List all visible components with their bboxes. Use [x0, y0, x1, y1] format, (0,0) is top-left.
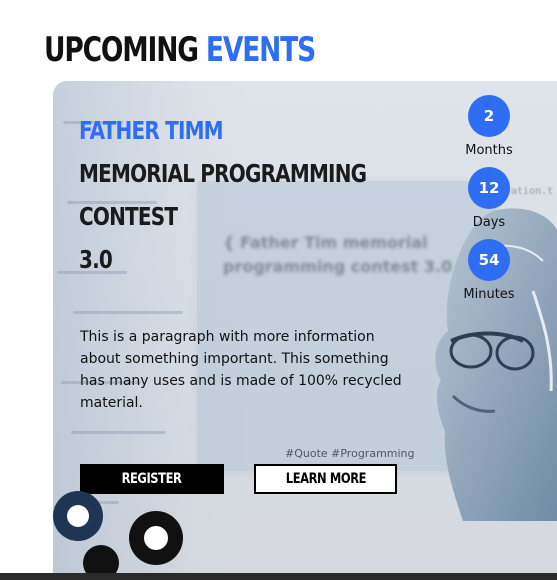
- section-title-plain: Upcoming: [44, 30, 199, 70]
- event-card: { Father Tim memorial programming contes…: [53, 81, 557, 576]
- event-title-line: 3.0: [79, 245, 113, 274]
- quote-tags: #Quote #Programming: [285, 447, 415, 460]
- section-title-accent: Events: [205, 30, 316, 70]
- event-description: This is a paragraph with more informatio…: [80, 329, 402, 411]
- event-title-line: Memorial Programming: [79, 159, 367, 188]
- countdown-months: 2 Months: [461, 95, 517, 158]
- learn-more-button[interactable]: Learn More: [254, 464, 397, 494]
- countdown-value: 12: [468, 167, 510, 209]
- bottom-bar: [0, 573, 557, 580]
- page: Upcoming Events { Father Tim memorial pr…: [0, 0, 557, 580]
- section-title: Upcoming Events: [44, 30, 316, 70]
- countdown-label: Months: [465, 143, 513, 158]
- countdown-minutes: 54 Minutes: [461, 239, 517, 302]
- event-title: Father Timm Memorial Programming Contest…: [79, 109, 367, 281]
- countdown-label: Minutes: [463, 287, 515, 302]
- countdown-label: Days: [472, 215, 506, 230]
- countdown-value: 54: [468, 239, 510, 281]
- logo-mark: [53, 491, 183, 576]
- learn-more-button-label: Learn More: [285, 471, 366, 487]
- event-title-line: Contest: [79, 202, 178, 231]
- countdown-value: 2: [468, 95, 510, 137]
- event-title-accent: Father Timm: [79, 116, 224, 145]
- countdown-days: 12 Days: [461, 167, 517, 230]
